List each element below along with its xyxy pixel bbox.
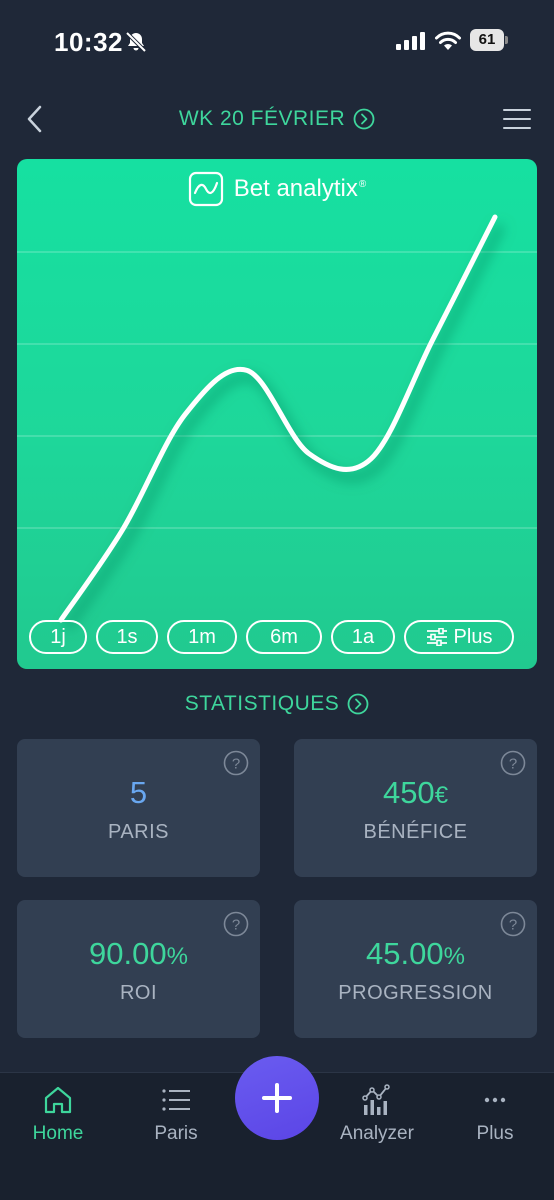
stat-label-paris: PARIS — [107, 821, 170, 843]
stat-card-benefice: ? 450€ BÉNÉFICE — [294, 739, 537, 877]
status-time: 10:32 — [54, 27, 123, 57]
stat-label-benefice: BÉNÉFICE — [363, 821, 468, 843]
bell-muted-icon — [125, 31, 147, 53]
brand-logo-icon — [188, 171, 223, 207]
stat-value-paris: 5 — [17, 775, 260, 811]
stats-title[interactable]: STATISTIQUES — [0, 688, 554, 720]
tab-paris-label: Paris — [154, 1123, 198, 1144]
wifi-icon — [435, 31, 461, 50]
status-bar: 10:32 61 — [0, 0, 554, 80]
add-bet-button[interactable] — [235, 1056, 319, 1140]
tab-plus-label: Plus — [476, 1123, 514, 1144]
analytics-chart-icon — [362, 1084, 390, 1115]
battery-indicator: 61 — [470, 29, 508, 51]
range-1a-button[interactable]: 1a — [331, 620, 395, 654]
tab-home[interactable]: Home — [8, 1083, 108, 1145]
help-icon[interactable]: ? — [223, 750, 249, 776]
stat-value-paris-number: 5 — [129, 775, 148, 810]
tab-plus[interactable]: Plus — [445, 1083, 545, 1145]
page-title-text: WK 20 FÉVRIER — [178, 107, 346, 130]
svg-text:?: ? — [509, 756, 517, 773]
more-dots-icon — [484, 1097, 506, 1103]
list-icon — [162, 1089, 190, 1111]
stat-unit-roi: % — [166, 943, 188, 970]
tab-analyzer[interactable]: Analyzer — [327, 1083, 427, 1145]
plus-icon — [262, 1083, 292, 1113]
stat-label-progression: PROGRESSION — [338, 982, 493, 1004]
stats-title-text: STATISTIQUES — [184, 692, 340, 715]
range-more-button[interactable]: Plus — [404, 620, 514, 654]
tab-analyzer-label: Analyzer — [340, 1123, 414, 1144]
range-1m-button[interactable]: 1m — [167, 620, 237, 654]
range-6m-button[interactable]: 6m — [246, 620, 322, 654]
brand-name: Bet analytix® — [234, 175, 366, 203]
stat-unit-progression: % — [443, 943, 465, 970]
stat-label-roi: ROI — [119, 982, 158, 1004]
stat-card-roi: ? 90.00% ROI — [17, 900, 260, 1038]
brand: Bet analytix® — [17, 171, 537, 207]
brand-name-text: Bet analytix — [233, 175, 358, 202]
svg-text:?: ? — [232, 756, 240, 773]
tab-home-label: Home — [32, 1123, 84, 1144]
battery-level: 61 — [470, 29, 504, 51]
stat-value-benefice: 450€ — [294, 775, 537, 811]
profit-line-chart — [17, 214, 537, 631]
chart-series-line — [58, 214, 498, 623]
stat-value-benefice-number: 450 — [382, 775, 435, 810]
menu-button[interactable] — [502, 106, 532, 132]
stat-card-paris: ? 5 PARIS — [17, 739, 260, 877]
svg-text:?: ? — [509, 917, 517, 934]
stat-unit-benefice: € — [434, 782, 449, 809]
stat-card-progression: ? 45.00% PROGRESSION — [294, 900, 537, 1038]
sliders-icon — [426, 628, 447, 646]
circle-chevron-right-icon — [347, 693, 369, 715]
signal-icon — [396, 32, 425, 50]
range-1s-button[interactable]: 1s — [96, 620, 158, 654]
chart-card: Bet analytix® 1j 1s 1m 6m 1a Plus — [17, 159, 537, 669]
range-selector: 1j 1s 1m 6m 1a Plus — [29, 620, 514, 654]
screen: 10:32 61 WK 20 FÉVRIER Bet analytix® 1j … — [0, 0, 554, 1200]
help-icon[interactable]: ? — [223, 911, 249, 937]
page-title[interactable]: WK 20 FÉVRIER — [0, 102, 554, 136]
svg-text:?: ? — [232, 917, 240, 934]
range-1j-button[interactable]: 1j — [29, 620, 87, 654]
battery-cap — [505, 36, 508, 44]
tab-paris[interactable]: Paris — [126, 1083, 226, 1145]
stat-value-progression-number: 45.00 — [366, 936, 444, 971]
home-icon — [44, 1086, 72, 1114]
range-more-label: Plus — [453, 625, 493, 648]
circle-chevron-right-icon — [353, 108, 375, 130]
stat-value-progression: 45.00% — [294, 936, 537, 972]
brand-reg-mark: ® — [358, 179, 367, 190]
help-icon[interactable]: ? — [500, 911, 526, 937]
help-icon[interactable]: ? — [500, 750, 526, 776]
chart-line-shadow — [62, 222, 506, 631]
stat-value-roi-number: 90.00 — [89, 936, 167, 971]
stat-value-roi: 90.00% — [17, 936, 260, 972]
